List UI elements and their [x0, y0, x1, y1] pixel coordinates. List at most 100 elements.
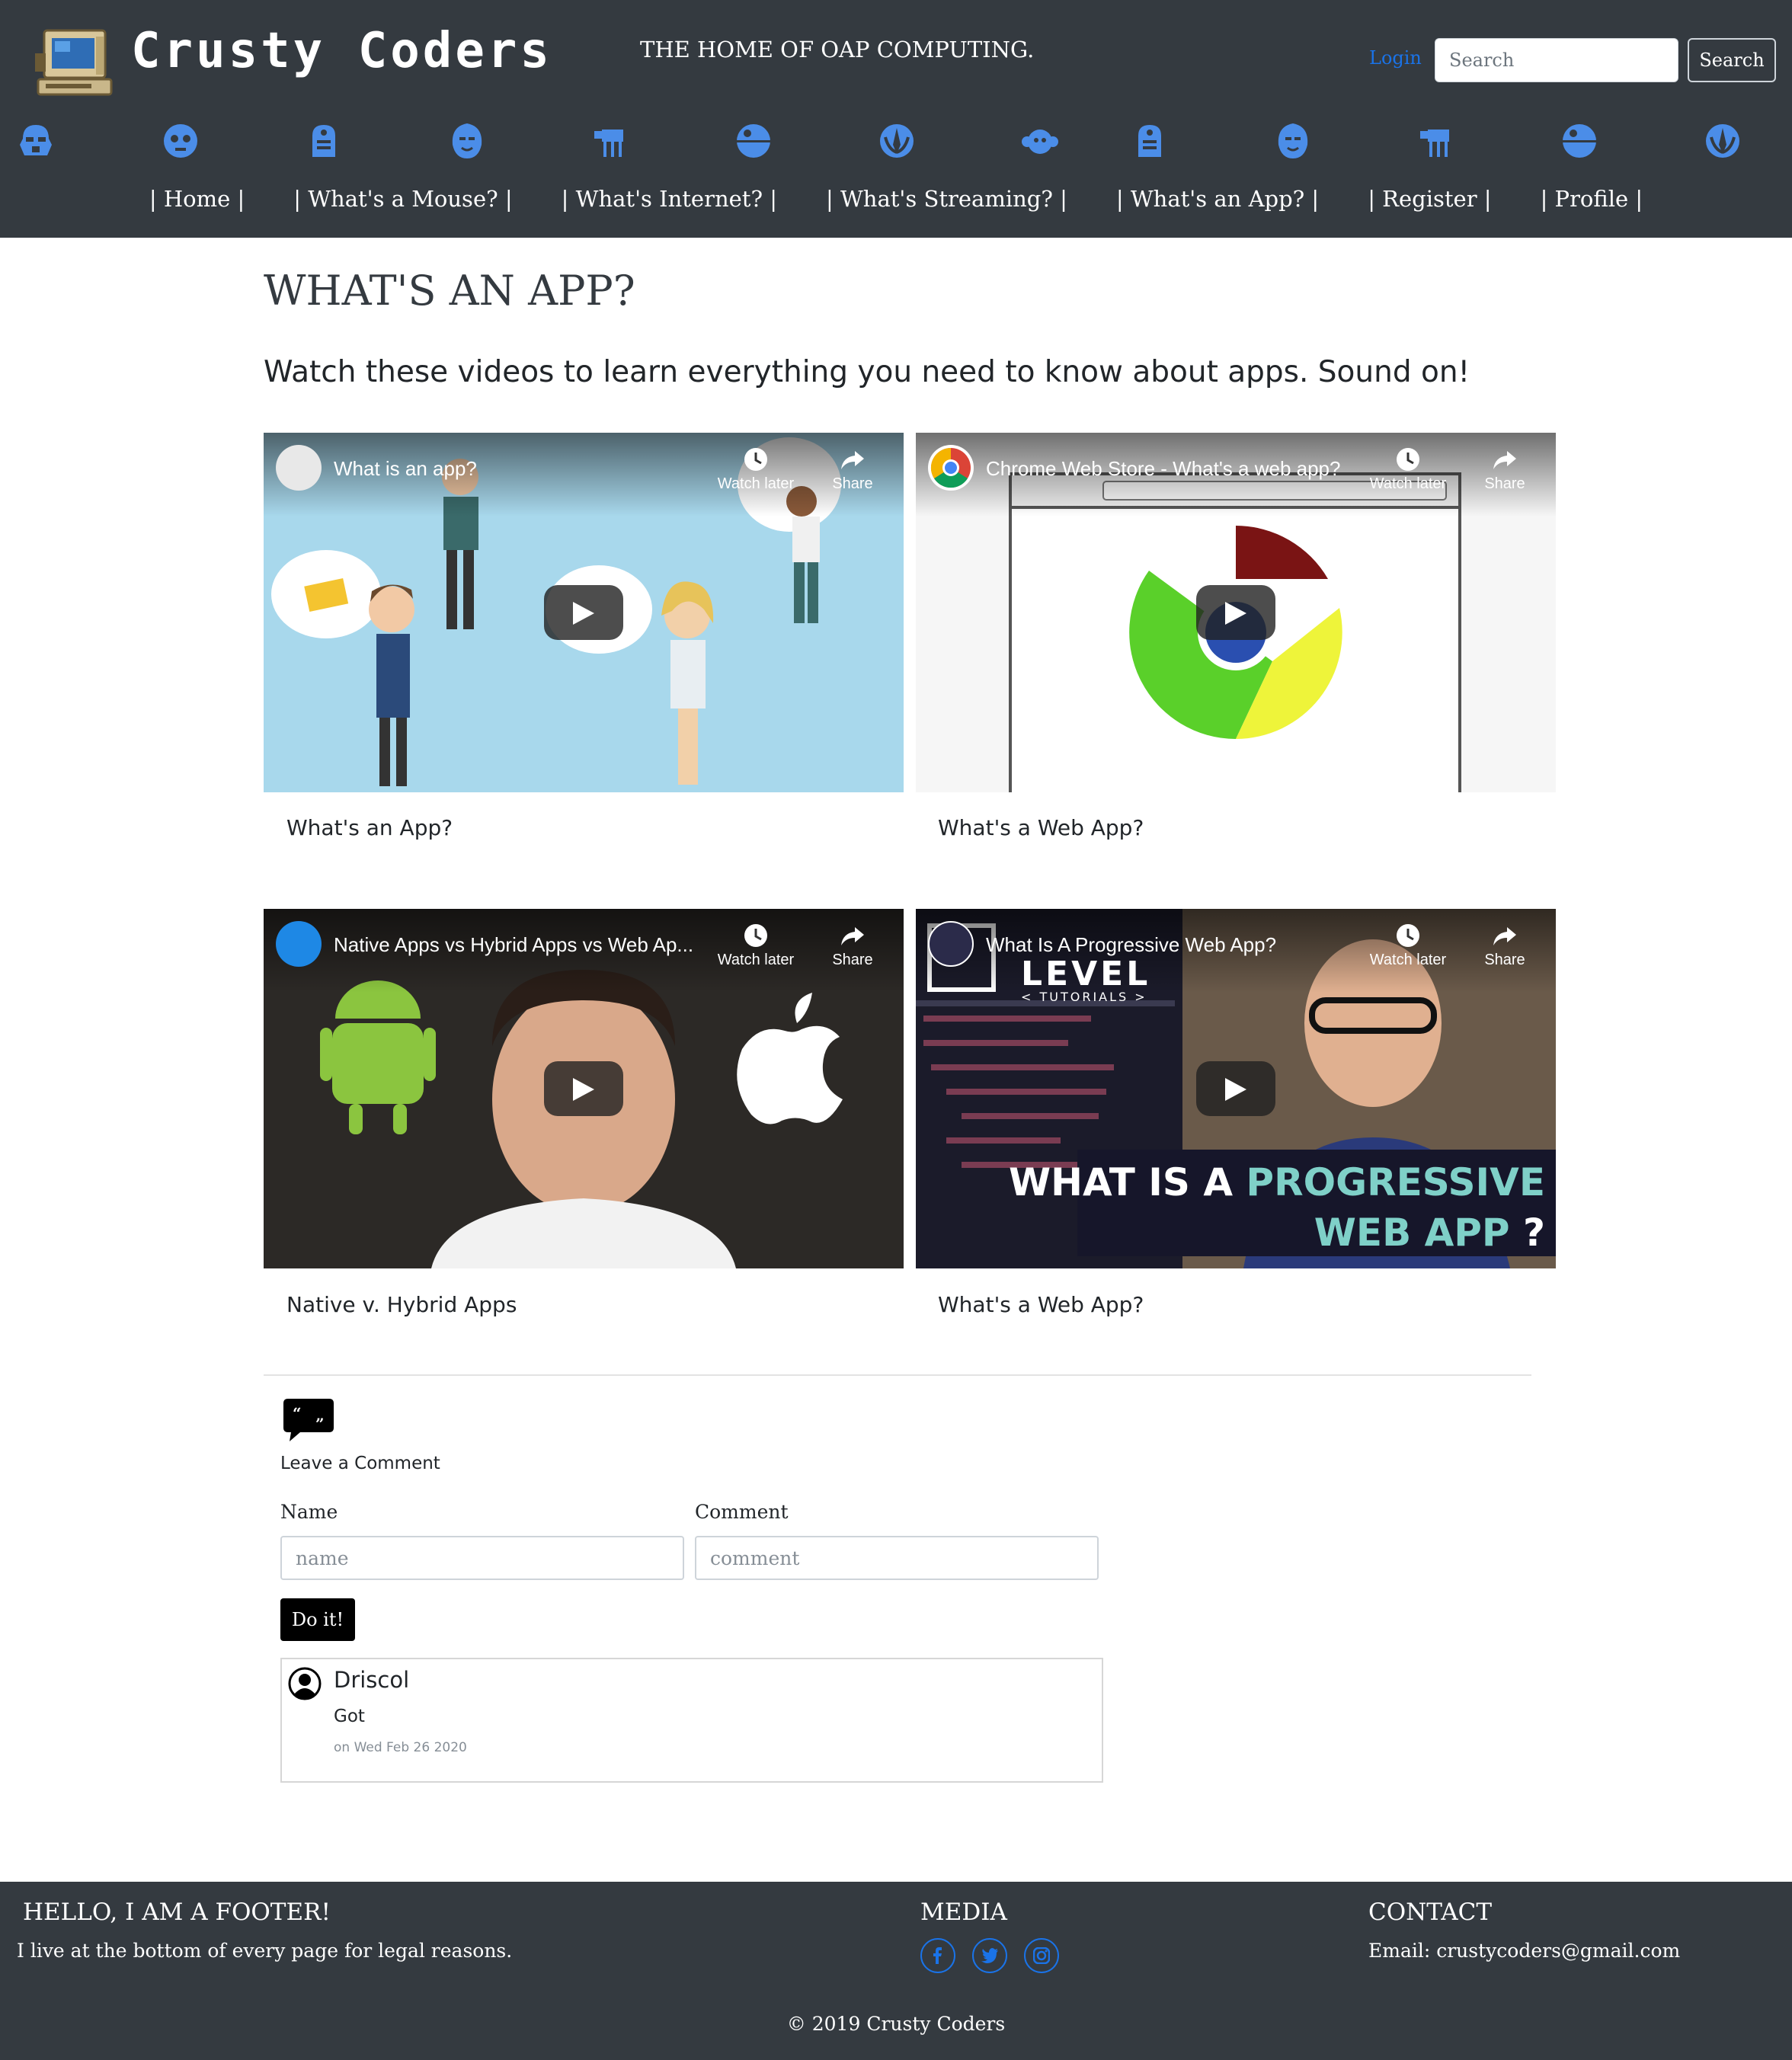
footer-about-text: I live at the bottom of every page for l… — [17, 1940, 513, 1962]
video-player-progressive-web-app[interactable]: What Is A Progressive Web App? LEVEL < T… — [916, 909, 1556, 1268]
play-button[interactable] — [1196, 1061, 1275, 1116]
thumbnail-overlay-title: WHAT IS A PROGRESSIVE WEB APP ? — [1009, 1157, 1545, 1258]
chrome-channel-avatar[interactable] — [928, 445, 974, 491]
level-brand-text: LEVEL — [1021, 955, 1151, 993]
share-arrow-icon — [1493, 927, 1516, 945]
share-label: Share — [1484, 475, 1525, 492]
watch-later-button[interactable]: Watch later — [710, 446, 802, 493]
video-title[interactable]: Native Apps vs Hybrid Apps vs Web Ap... — [334, 933, 693, 957]
leia-icon — [1022, 130, 1058, 154]
intro-text: Watch these videos to learn everything y… — [264, 355, 1470, 389]
nav-register[interactable]: | Register | — [1368, 186, 1491, 222]
video-caption: What's an App? — [286, 815, 453, 840]
death-star-icon — [737, 124, 770, 158]
starwars-icon-row — [0, 122, 1792, 168]
nav-whats-a-mouse[interactable]: | What's a Mouse? | — [293, 186, 512, 222]
facebook-glyph — [933, 1947, 942, 1964]
twitter-glyph — [981, 1948, 998, 1963]
comment-card: Driscol Got on Wed Feb 26 2020 — [280, 1658, 1103, 1783]
share-label: Share — [832, 952, 873, 968]
watch-later-label: Watch later — [1369, 952, 1447, 968]
video-player-chrome-web-store[interactable]: Chrome Web Store - What's a web app? Wat… — [916, 433, 1556, 792]
twitter-icon[interactable] — [972, 1938, 1007, 1973]
nav-whats-an-app[interactable]: | What's an App? | — [1116, 186, 1319, 222]
footer-contact-email[interactable]: Email: crustycoders@gmail.com — [1368, 1940, 1680, 1962]
watch-later-button[interactable]: Watch later — [1362, 446, 1454, 493]
overlay-text-accent: PROGRESSIVE — [1246, 1160, 1545, 1204]
footer-contact-heading: CONTACT — [1368, 1898, 1493, 1926]
play-icon — [573, 602, 594, 625]
share-button[interactable]: Share — [818, 923, 887, 969]
play-button[interactable] — [544, 585, 623, 640]
stormtrooper-icon — [20, 125, 52, 155]
video-title[interactable]: What is an app? — [334, 457, 477, 481]
video-title[interactable]: What Is A Progressive Web App? — [986, 933, 1276, 957]
search-button[interactable]: Search — [1688, 38, 1776, 82]
clock-icon — [1397, 448, 1419, 471]
watch-later-button[interactable]: Watch later — [1362, 923, 1454, 969]
submit-comment-button[interactable]: Do it! — [280, 1598, 355, 1641]
page-title: WHAT'S AN APP? — [264, 267, 635, 315]
watch-later-label: Watch later — [717, 952, 795, 968]
play-icon — [1225, 1078, 1246, 1101]
tagline: THE HOME OF OAP COMPUTING. — [640, 37, 1035, 62]
watch-later-label: Watch later — [717, 475, 795, 492]
share-arrow-icon — [841, 927, 864, 945]
share-button[interactable]: Share — [1470, 923, 1539, 969]
c3po-icon — [164, 124, 197, 158]
video-title[interactable]: Chrome Web Store - What's a web app? — [986, 457, 1340, 481]
instagram-icon[interactable] — [1024, 1938, 1059, 1973]
play-icon — [573, 1078, 594, 1101]
chrome-logo-icon — [930, 447, 971, 488]
name-label: Name — [280, 1501, 338, 1523]
section-divider — [264, 1374, 1531, 1376]
comment-input[interactable] — [695, 1536, 1099, 1580]
footer-media-heading: MEDIA — [920, 1898, 1007, 1926]
video-player-what-is-an-app[interactable]: What is an app? Watch later Share — [264, 433, 904, 792]
death-star-icon — [1563, 124, 1596, 158]
play-icon — [1225, 602, 1246, 625]
share-label: Share — [1484, 952, 1525, 968]
main-nav: | Home | | What's a Mouse? | | What's In… — [0, 186, 1792, 222]
site-header: Crusty Coders THE HOME OF OAP COMPUTING.… — [0, 0, 1792, 238]
nav-home[interactable]: | Home | — [149, 186, 245, 222]
clock-icon — [744, 448, 767, 471]
r2d2-icon — [1138, 125, 1161, 157]
play-button[interactable] — [544, 1061, 623, 1116]
video-player-native-vs-hybrid[interactable]: Native Apps vs Hybrid Apps vs Web Ap... … — [264, 909, 904, 1268]
channel-avatar[interactable] — [276, 445, 322, 491]
rebel-alliance-icon — [1706, 124, 1739, 158]
play-button[interactable] — [1196, 585, 1275, 640]
watch-later-label: Watch later — [1369, 475, 1447, 492]
brand-name[interactable]: Crusty Coders — [131, 23, 552, 79]
nav-whats-streaming[interactable]: | What's Streaming? | — [826, 186, 1067, 222]
clock-icon — [1397, 924, 1419, 947]
login-link[interactable]: Login — [1369, 47, 1422, 69]
channel-avatar[interactable] — [276, 921, 322, 967]
video-caption: What's a Web App? — [938, 815, 1144, 840]
at-at-icon — [594, 130, 623, 157]
share-arrow-icon — [1493, 451, 1516, 469]
comment-heading: Leave a Comment — [280, 1454, 440, 1473]
svg-text:”: ” — [315, 1415, 325, 1433]
r2d2-icon — [312, 125, 335, 157]
comment-author: Driscol — [334, 1667, 410, 1693]
channel-avatar[interactable] — [928, 921, 974, 967]
share-button[interactable]: Share — [1470, 446, 1539, 493]
facebook-icon[interactable] — [920, 1938, 955, 1973]
nav-profile[interactable]: | Profile | — [1541, 186, 1643, 222]
at-at-icon — [1420, 130, 1449, 157]
chewbacca-icon — [452, 123, 482, 158]
share-button[interactable]: Share — [818, 446, 887, 493]
watch-later-button[interactable]: Watch later — [710, 923, 802, 969]
comment-text: Got — [334, 1707, 365, 1726]
search-input[interactable] — [1435, 38, 1678, 82]
chewbacca-icon — [1278, 123, 1308, 158]
retro-computer-logo-icon[interactable] — [30, 14, 119, 102]
video-caption: What's a Web App? — [938, 1292, 1144, 1317]
overlay-text-white: ? — [1509, 1211, 1545, 1255]
copyright-text: © 2019 Crusty Coders — [786, 2013, 1006, 2035]
nav-whats-internet[interactable]: | What's Internet? | — [562, 186, 777, 222]
name-input[interactable] — [280, 1536, 684, 1580]
site-footer: HELLO, I AM A FOOTER! I live at the bott… — [0, 1882, 1792, 2060]
